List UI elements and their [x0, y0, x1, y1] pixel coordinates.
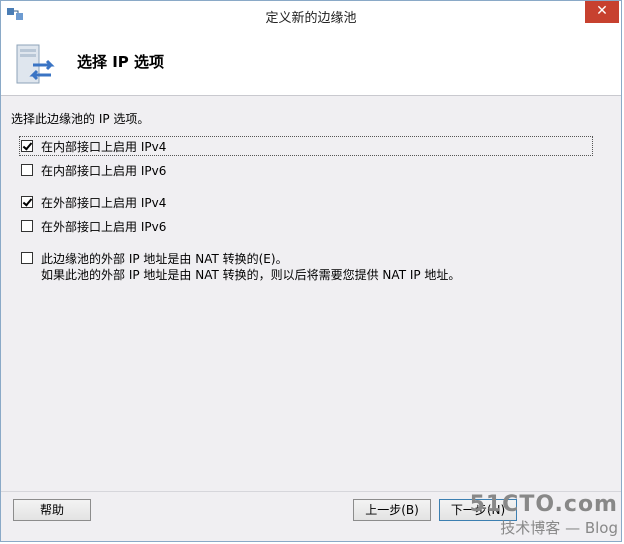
- option-label: 在内部接口上启用 IPv4: [41, 139, 167, 154]
- button-bar: 帮助 上一步(B) 下一步(N): [1, 491, 621, 542]
- checkbox[interactable]: [21, 220, 33, 232]
- nat-note: 如果此池的外部 IP 地址是由 NAT 转换的，则以后将需要您提供 NAT IP…: [41, 268, 461, 282]
- help-button[interactable]: 帮助: [13, 499, 91, 521]
- wizard-window: 定义新的边缘池 ✕ 选择 IP 选项 选择此边缘池的 IP 选项。 在内部接口上…: [0, 0, 622, 542]
- option-label: 在内部接口上启用 IPv6: [41, 163, 167, 178]
- title-bar: 定义新的边缘池 ✕: [1, 1, 621, 31]
- window-title: 定义新的边缘池: [265, 11, 357, 26]
- option-external-ipv4[interactable]: 在外部接口上启用 IPv4: [21, 194, 166, 210]
- option-internal-ipv6[interactable]: 在内部接口上启用 IPv6: [21, 162, 166, 178]
- option-label: 在外部接口上启用 IPv6: [41, 219, 167, 234]
- option-nat[interactable]: 此边缘池的外部 IP 地址是由 NAT 转换的(E)。: [21, 250, 288, 266]
- checkbox[interactable]: [21, 140, 33, 152]
- checkbox[interactable]: [21, 196, 33, 208]
- wizard-header: 选择 IP 选项: [1, 31, 621, 96]
- checkbox[interactable]: [21, 164, 33, 176]
- close-button[interactable]: ✕: [585, 1, 619, 23]
- option-label: 此边缘池的外部 IP 地址是由 NAT 转换的(E)。: [41, 251, 288, 266]
- page-title: 选择 IP 选项: [77, 53, 165, 71]
- server-network-icon: [16, 44, 55, 84]
- intro-text: 选择此边缘池的 IP 选项。: [11, 112, 150, 126]
- option-external-ipv6[interactable]: 在外部接口上启用 IPv6: [21, 218, 166, 234]
- option-internal-ipv4[interactable]: 在内部接口上启用 IPv4: [19, 136, 593, 156]
- checkbox[interactable]: [21, 252, 33, 264]
- back-button[interactable]: 上一步(B): [353, 499, 431, 521]
- wizard-content: 选择此边缘池的 IP 选项。 在内部接口上启用 IPv4 在内部接口上启用 IP…: [1, 96, 621, 491]
- next-button[interactable]: 下一步(N): [439, 499, 517, 521]
- option-label: 在外部接口上启用 IPv4: [41, 195, 167, 210]
